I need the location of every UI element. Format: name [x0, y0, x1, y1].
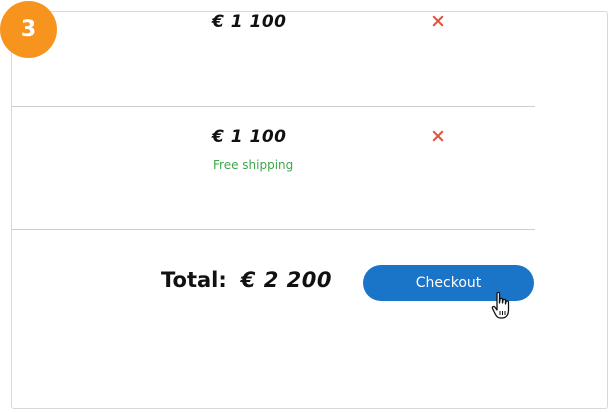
checkout-label: Checkout — [415, 275, 482, 291]
order-total: Total: € 2 200 — [161, 268, 332, 292]
step-number: 3 — [20, 17, 37, 42]
item-divider — [11, 106, 535, 107]
item-price: € 1 100 — [212, 12, 287, 32]
total-value: € 2 200 — [240, 268, 332, 292]
hand-pointer-icon — [491, 291, 510, 319]
summary-divider — [11, 229, 535, 230]
cart-card — [11, 11, 608, 409]
close-icon[interactable] — [432, 130, 444, 142]
step-badge: 3 — [0, 1, 57, 58]
shipping-note: Free shipping — [213, 158, 294, 172]
item-price: € 1 100 — [212, 127, 287, 147]
total-label: Total: — [161, 268, 227, 292]
close-icon[interactable] — [432, 15, 444, 27]
